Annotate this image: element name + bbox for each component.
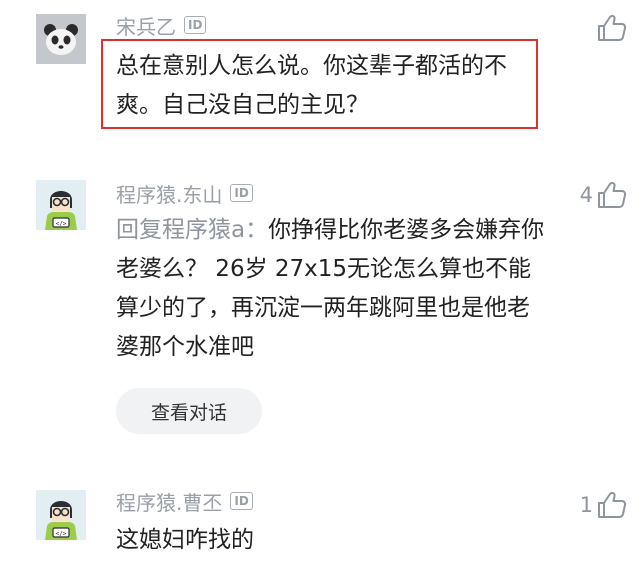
- programmer-avatar-icon: </>: [36, 490, 86, 540]
- svg-text:</>: </>: [56, 221, 67, 228]
- id-badge: ID: [184, 16, 207, 34]
- avatar[interactable]: </>: [36, 180, 86, 230]
- like-count: 1: [579, 493, 593, 517]
- author-row: 宋兵乙 ID: [116, 11, 207, 40]
- author-name[interactable]: 程序猿.东山: [116, 179, 222, 208]
- author-row: 程序猿.东山 ID: [116, 179, 253, 208]
- panda-avatar-icon: [36, 14, 86, 64]
- thumbs-up-icon: [598, 491, 627, 518]
- avatar[interactable]: </>: [36, 490, 86, 540]
- thumbs-up-icon: [598, 181, 627, 208]
- comment-text: 回复程序猿a：你挣得比你老婆多会嫌弃你老婆么？ 26岁 27x15无论怎么算也不…: [116, 211, 548, 367]
- id-badge: ID: [230, 184, 253, 202]
- thumbs-up-icon: [598, 14, 627, 41]
- svg-text:</>: </>: [56, 531, 67, 538]
- reply-prefix[interactable]: 回复程序猿a：: [116, 217, 268, 243]
- highlight-box: [101, 39, 538, 129]
- author-name[interactable]: 宋兵乙: [116, 11, 176, 40]
- comment-text: 这媳妇咋找的: [116, 527, 254, 553]
- avatar[interactable]: [36, 14, 86, 64]
- like-button[interactable]: 4: [580, 181, 627, 209]
- like-count: 4: [579, 183, 593, 207]
- id-badge: ID: [230, 492, 253, 510]
- programmer-avatar-icon: </>: [36, 180, 86, 230]
- author-name[interactable]: 程序猿.曹丕: [116, 487, 222, 516]
- like-button[interactable]: [593, 14, 627, 42]
- view-dialog-button[interactable]: 查看对话: [116, 388, 262, 434]
- author-row: 程序猿.曹丕 ID: [116, 487, 253, 516]
- like-button[interactable]: 1: [580, 491, 627, 519]
